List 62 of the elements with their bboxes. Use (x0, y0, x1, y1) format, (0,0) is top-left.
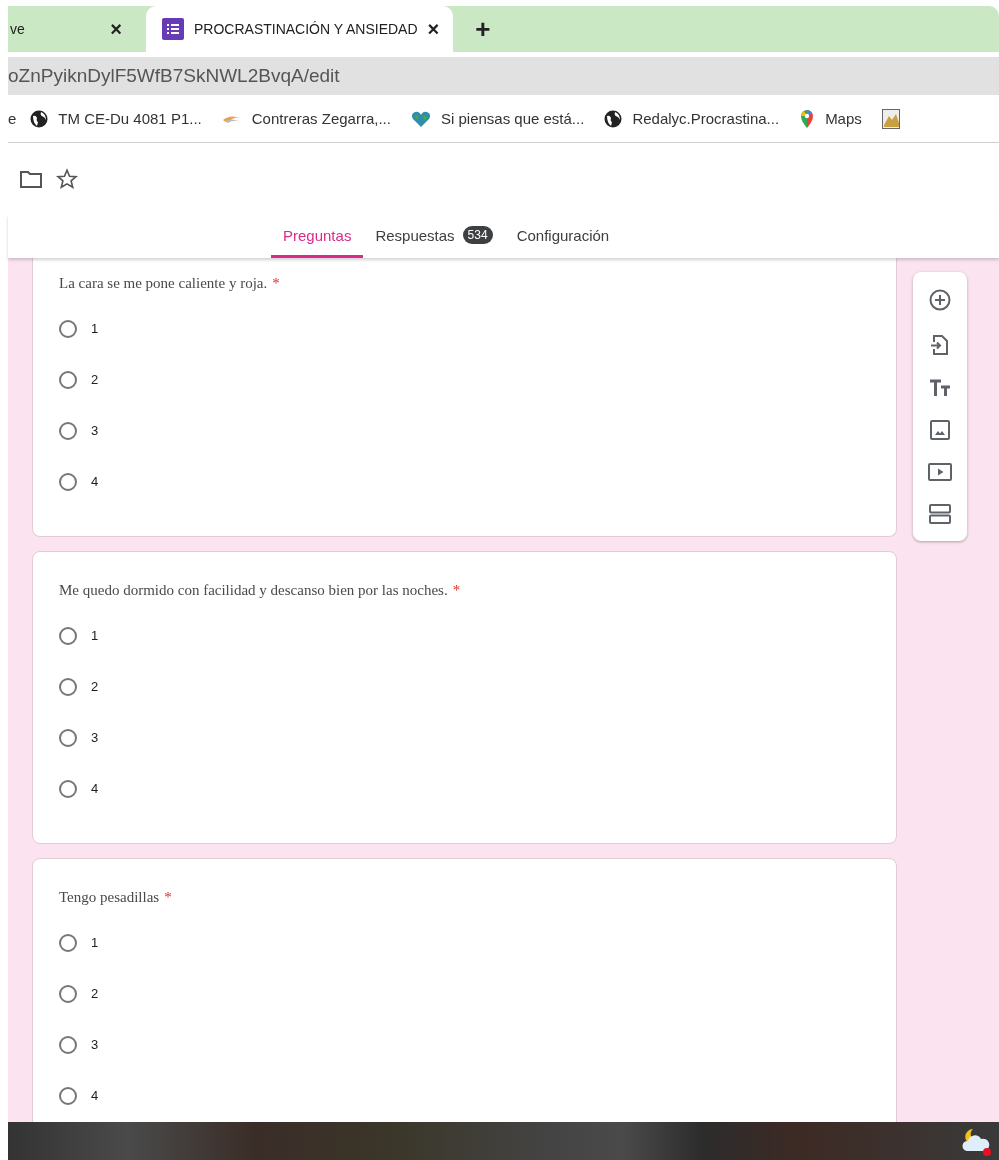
close-tab-button[interactable]: × (110, 19, 122, 39)
radio-button[interactable] (59, 728, 77, 747)
radio-button[interactable] (59, 779, 77, 798)
radio-button[interactable] (59, 421, 77, 440)
bookmark[interactable]: Maps (799, 108, 862, 129)
option-label: 1 (91, 628, 99, 643)
question-text: La cara se me pone caliente y roja. * (59, 274, 281, 293)
response-count-badge: 534 (462, 226, 493, 244)
section-icon[interactable] (929, 503, 951, 524)
option-label: 4 (91, 781, 99, 796)
radio-button[interactable] (59, 984, 77, 1003)
radio-button[interactable] (59, 472, 77, 491)
tab-title: ve (10, 21, 25, 37)
folder-icon[interactable] (20, 170, 42, 188)
new-tab-button[interactable]: + (463, 6, 503, 52)
tab-label: Configuración (516, 226, 610, 244)
radio-button[interactable] (59, 1086, 77, 1105)
radio-button[interactable] (59, 626, 77, 645)
browser-tab[interactable]: PROCRASTINACIÓN Y ANSIEDAD × (146, 6, 454, 52)
browser-tab[interactable]: ve × (8, 6, 136, 52)
bookmark[interactable]: e (8, 110, 17, 127)
form-list-icon (162, 18, 184, 40)
video-icon[interactable] (928, 462, 952, 481)
option-label: 1 (91, 935, 99, 950)
radio-button[interactable] (59, 319, 77, 338)
bookmark[interactable]: TM CE-Du 4081 P1... (30, 109, 202, 128)
import-file-icon[interactable] (930, 334, 950, 357)
radio-button[interactable] (59, 677, 77, 696)
radio-button[interactable] (59, 370, 77, 389)
tab-label: Preguntas (283, 226, 352, 244)
bookmark[interactable]: Contreras Zegarra,... (221, 110, 391, 127)
bookmark[interactable]: Redalyc.Procrastina... (604, 109, 780, 128)
question-text: Me quedo dormido con facilidad y descanso bien por las noches. * (59, 581, 462, 600)
map-pin-icon (799, 108, 816, 129)
add-circle-icon[interactable] (929, 289, 951, 312)
bookmark[interactable] (881, 108, 900, 129)
form-tab[interactable]: Configuración (504, 215, 622, 258)
form-tab[interactable]: Respuestas 534 (363, 215, 505, 258)
globe-icon (604, 109, 623, 128)
radio-button[interactable] (59, 1035, 77, 1054)
question-text: Tengo pesadillas * (59, 888, 173, 907)
option-label: 3 (91, 1037, 99, 1052)
tab-title: PROCRASTINACIÓN Y ANSIEDAD (194, 21, 418, 37)
image-icon[interactable] (930, 419, 950, 440)
globe-icon (30, 109, 49, 128)
heart-globe-icon (410, 109, 431, 128)
option-label: 3 (91, 423, 99, 438)
option-label: 2 (91, 986, 99, 1001)
option-label: 4 (91, 1088, 99, 1103)
star-icon[interactable] (56, 168, 78, 190)
close-tab-button[interactable]: × (427, 19, 440, 39)
url-text[interactable]: oZnPyiknDylF5WfB7SkNWL2BvqA/edit (8, 65, 340, 87)
image-icon (881, 108, 900, 129)
radio-button[interactable] (59, 933, 77, 952)
bookmark[interactable]: Si piensas que está... (410, 109, 585, 128)
text-size-icon[interactable] (929, 379, 951, 398)
option-label: 2 (91, 372, 99, 387)
option-label: 4 (91, 474, 99, 489)
tab-label: Respuestas (375, 226, 455, 244)
option-label: 3 (91, 730, 99, 745)
option-label: 1 (91, 321, 99, 336)
option-label: 2 (91, 679, 99, 694)
